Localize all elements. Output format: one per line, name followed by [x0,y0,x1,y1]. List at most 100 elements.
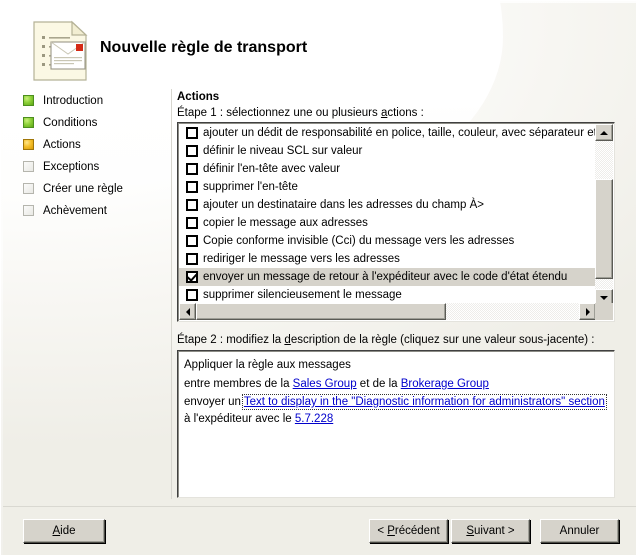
sidebar-item-label: Créer une règle [43,183,123,195]
rule-description-box[interactable]: Appliquer la règle aux messages entre me… [177,350,615,498]
action-checkbox[interactable] [186,163,198,175]
action-item[interactable]: supprimer silencieusement le message [179,286,596,304]
sidebar-item-label: Achèvement [43,205,107,217]
step2-label-post: escription de la règle (cliquez sur une … [290,334,595,346]
action-checkbox-checked[interactable] [186,271,198,283]
scroll-right-arrow-icon [585,307,590,316]
step-status-icon-actions [23,139,34,150]
step-status-icon-conditions [23,117,34,128]
action-checkbox[interactable] [186,217,198,229]
action-label: rediriger le message vers les adresses [203,253,400,265]
description-line-2-pre: entre membres de la [184,378,293,390]
action-label: ajouter un destinataire dans les adresse… [203,199,484,211]
step-status-icon-introduction [23,95,34,106]
help-button[interactable]: Aide [23,519,105,543]
sidebar-item-label: Conditions [43,117,98,129]
description-line-3: envoyer un Text to display in the "Diagn… [184,394,608,428]
sidebar-item-label: Exceptions [43,161,100,173]
action-checkbox[interactable] [186,199,198,211]
step-status-icon-creer-une-regle [23,183,34,194]
action-label: supprimer l'en-tête [203,181,298,193]
description-line-2: entre membres de la Sales Group et de la… [184,375,608,394]
scroll-down-arrow-icon [600,295,608,300]
scroll-up-arrow-icon [600,130,608,135]
previous-button-post: récédent [394,525,440,537]
vertical-scrollbar-thumb[interactable] [595,179,613,279]
scroll-left-arrow-icon [185,307,190,316]
action-label: envoyer un message de retour à l'expédit… [203,271,568,283]
next-button-post: uivant > [474,525,515,537]
scroll-right-button[interactable] [579,303,596,320]
cancel-button-post: Annuler [559,525,600,537]
step-status-icon-achevement [23,205,34,216]
action-label: définir le niveau SCL sur valeur [203,145,363,157]
sidebar-item-label: Actions [43,139,81,151]
description-line-3-mid: à l'expéditeur avec le [184,413,295,425]
action-item-selected[interactable]: envoyer un message de retour à l'expédit… [179,268,596,286]
action-label: supprimer silencieusement le message [203,289,402,301]
description-line-3-pre: envoyer un [184,396,244,408]
document-envelope-icon [32,20,88,82]
scrollbar-corner [595,303,613,320]
previous-button[interactable]: < Précédent [369,519,448,543]
action-label: Copie conforme invisible (Cci) du messag… [203,235,515,247]
sidebar-item-achevement[interactable]: Achèvement [21,200,171,222]
rule-link-brokerage-group[interactable]: Brokerage Group [401,378,489,390]
step1-label: Étape 1 : sélectionnez une ou plusieurs … [177,107,424,119]
action-checkbox[interactable] [186,289,198,301]
action-checkbox[interactable] [186,145,198,157]
action-checkbox[interactable] [186,253,198,265]
help-button-accel: A [52,525,61,537]
actions-heading: Actions [177,91,220,103]
next-button[interactable]: Suivant > [451,519,530,543]
action-item[interactable]: définir l'en-tête avec valeur [179,160,596,178]
rule-link-sales-group[interactable]: Sales Group [293,378,357,390]
previous-button-pre: < [377,525,388,537]
action-label: ajouter un dédit de responsabilité en po… [203,127,596,139]
horizontal-scrollbar-thumb[interactable] [196,303,446,320]
actions-scroll-area: ajouter un dédit de responsabilité en po… [179,124,596,306]
sidebar-item-conditions[interactable]: Conditions [21,112,171,134]
action-item[interactable]: ajouter un destinataire dans les adresse… [179,196,596,214]
scroll-left-button[interactable] [179,303,196,320]
sidebar-item-exceptions[interactable]: Exceptions [21,156,171,178]
action-item[interactable]: rediriger le message vers les adresses [179,250,596,268]
vertical-scrollbar[interactable] [595,124,613,306]
panel-divider [171,89,172,499]
rule-link-status-code[interactable]: 5.7.228 [295,413,333,425]
action-item[interactable]: définir le niveau SCL sur valeur [179,142,596,160]
action-checkbox[interactable] [186,127,198,139]
wizard-window: Nouvelle règle de transport Introduction… [0,0,637,556]
step1-label-post: ctions : [387,107,424,119]
action-checkbox[interactable] [186,235,198,247]
sidebar-item-creer-une-regle[interactable]: Créer une règle [21,178,171,200]
rule-link-diagnostic-text[interactable]: Text to display in the "Diagnostic infor… [241,394,607,410]
action-item[interactable]: copier le message aux adresses [179,214,596,232]
action-item[interactable]: ajouter un dédit de responsabilité en po… [179,124,596,142]
sidebar-item-introduction[interactable]: Introduction [21,90,171,112]
header: Nouvelle règle de transport [3,3,636,87]
wizard-steps-sidebar: Introduction Conditions Actions Exceptio… [21,90,171,222]
actions-listbox[interactable]: ajouter un dédit de responsabilité en po… [177,122,615,322]
action-item[interactable]: Copie conforme invisible (Cci) du messag… [179,232,596,250]
horizontal-scrollbar[interactable] [179,303,596,320]
step-status-icon-exceptions [23,161,34,172]
sidebar-item-label: Introduction [43,95,104,107]
window-body: Nouvelle règle de transport Introduction… [0,0,636,555]
scroll-up-button[interactable] [595,124,613,141]
action-item[interactable]: supprimer l'en-tête [179,178,596,196]
action-label: copier le message aux adresses [203,217,368,229]
step1-label-pre: Étape 1 : sélectionnez une ou plusieurs [177,107,381,119]
action-label: définir l'en-tête avec valeur [203,163,341,175]
help-button-post: ide [60,525,76,537]
description-line-1: Appliquer la règle aux messages [184,359,351,371]
previous-button-accel: P [387,525,395,537]
footer-divider [3,506,636,507]
next-button-accel: S [466,525,475,537]
cancel-button[interactable]: Annuler [540,519,619,543]
sidebar-item-actions[interactable]: Actions [21,134,171,156]
step2-label-pre: Étape 2 : modifiez la [177,334,285,346]
action-checkbox[interactable] [186,181,198,193]
description-line-2-mid: et de la [356,378,401,390]
page-title: Nouvelle règle de transport [100,39,308,56]
